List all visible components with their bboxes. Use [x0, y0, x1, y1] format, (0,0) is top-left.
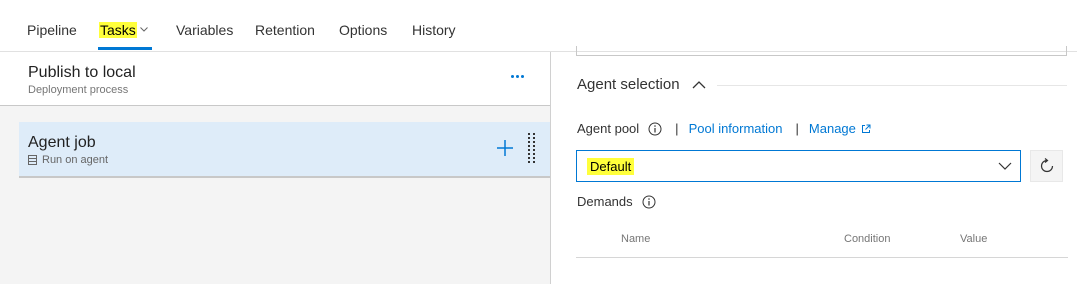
process-subtitle: Deployment process — [28, 84, 129, 96]
chevron-down-icon — [139, 27, 148, 32]
agent-job-settings-panel: Agent selection Agent pool | Pool inform… — [551, 46, 1077, 284]
more-options-icon[interactable] — [506, 66, 528, 86]
separator: | — [795, 121, 799, 136]
agent-job-card[interactable]: Agent job Run on agent — [19, 122, 550, 178]
process-panel: Publish to local Deployment process Agen… — [0, 52, 551, 284]
tab-options[interactable]: Options — [339, 22, 387, 38]
agent-pool-row: Agent pool | Pool information | Manage — [577, 121, 871, 136]
demands-row: Demands — [577, 194, 656, 209]
drag-handle-icon[interactable] — [526, 132, 538, 164]
deployment-process-card[interactable]: Publish to local Deployment process — [0, 52, 550, 106]
job-subtitle-row: Run on agent — [28, 154, 108, 166]
info-icon[interactable] — [642, 195, 656, 209]
agent-pool-label: Agent pool — [577, 121, 640, 136]
add-task-icon[interactable] — [495, 138, 515, 158]
refresh-icon — [1040, 158, 1053, 173]
pool-information-link[interactable]: Pool information — [689, 121, 783, 136]
external-link-icon[interactable] — [861, 124, 871, 134]
tab-tasks[interactable]: Tasks — [99, 22, 148, 38]
column-header-value: Value — [960, 233, 988, 245]
separator: | — [675, 121, 679, 136]
job-title: Agent job — [28, 134, 96, 151]
tab-retention[interactable]: Retention — [255, 22, 315, 38]
release-pipeline-editor: Pipeline Tasks Variables Retention Optio… — [0, 0, 1077, 284]
active-tab-indicator — [98, 47, 152, 50]
demands-label: Demands — [577, 194, 633, 209]
chevron-down-icon — [998, 162, 1012, 170]
agent-selection-header[interactable]: Agent selection — [577, 76, 680, 93]
column-header-name: Name — [621, 233, 651, 245]
agent-pool-selected-value: Default — [587, 158, 635, 175]
column-header-condition: Condition — [844, 233, 891, 245]
job-subtitle: Run on agent — [42, 154, 109, 166]
process-title: Publish to local — [28, 64, 136, 81]
info-icon[interactable] — [648, 122, 662, 136]
chevron-up-icon[interactable] — [692, 80, 706, 90]
tab-pipeline[interactable]: Pipeline — [27, 22, 77, 38]
display-name-input[interactable] — [576, 46, 1067, 56]
server-icon — [28, 155, 37, 165]
tab-history[interactable]: History — [412, 22, 456, 38]
demands-table-header: Name Condition Value — [576, 228, 1068, 258]
tab-bar: Pipeline Tasks Variables Retention Optio… — [0, 0, 1077, 52]
agent-pool-dropdown[interactable]: Default — [576, 150, 1021, 182]
manage-link[interactable]: Manage — [809, 121, 856, 136]
tab-variables[interactable]: Variables — [176, 22, 233, 38]
section-divider — [717, 85, 1067, 86]
refresh-button[interactable] — [1030, 150, 1063, 182]
tab-tasks-label: Tasks — [99, 22, 137, 38]
